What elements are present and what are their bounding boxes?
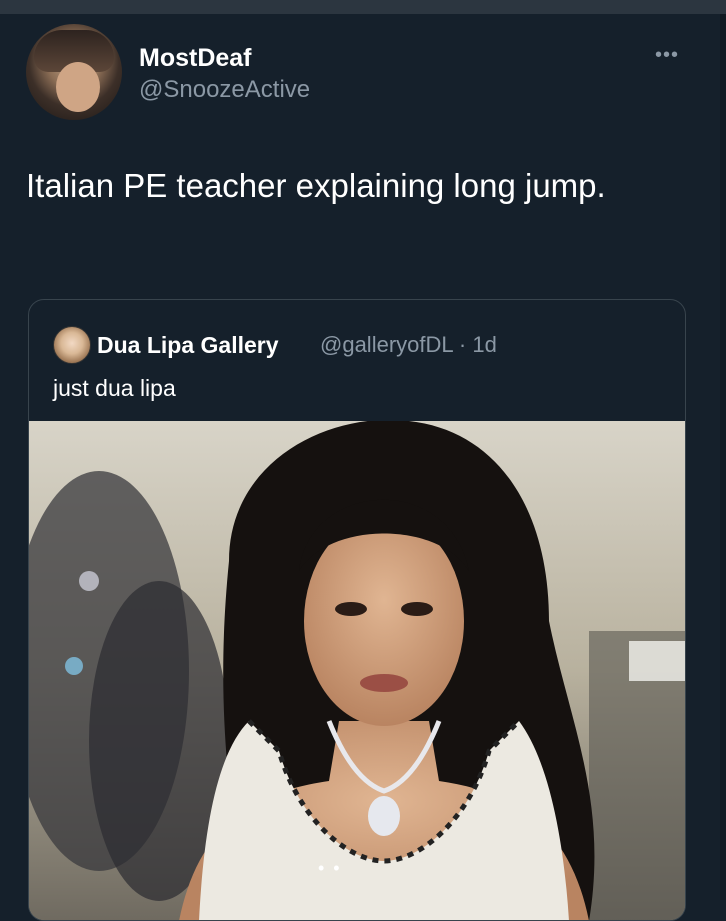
quoted-photo[interactable] xyxy=(29,421,685,920)
quoted-tweet-text: just dua lipa xyxy=(53,375,176,401)
author-name[interactable]: MostDeaf xyxy=(139,44,252,73)
window-edge xyxy=(720,14,726,900)
author-handle[interactable]: @SnoozeActive xyxy=(139,76,310,104)
image-pager-dots[interactable]: • • xyxy=(318,858,342,879)
quoted-tweet[interactable]: Dua Lipa Gallery @galleryofDL · 1d just … xyxy=(28,299,686,921)
avatar-face xyxy=(56,62,100,112)
author-avatar[interactable] xyxy=(26,24,122,120)
more-dots-icon[interactable]: ••• xyxy=(655,44,679,67)
quoted-author-meta[interactable]: @galleryofDL · 1d xyxy=(320,332,497,358)
quoted-author-avatar[interactable] xyxy=(53,326,91,364)
top-bar xyxy=(0,0,726,14)
quoted-author-name[interactable]: Dua Lipa Gallery xyxy=(97,332,279,359)
photo-illustration xyxy=(29,421,685,920)
tweet-text: Italian PE teacher explaining long jump. xyxy=(26,167,606,204)
